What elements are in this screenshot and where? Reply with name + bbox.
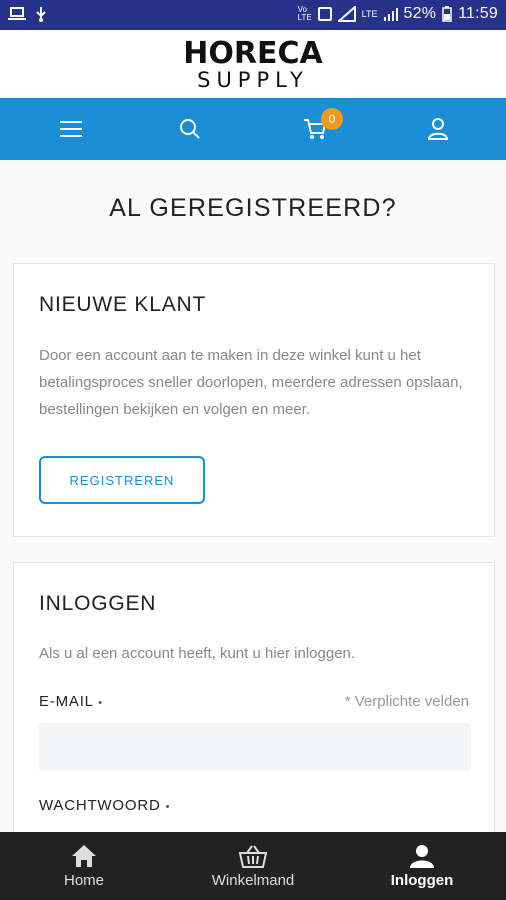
clock: 11:59 [458,5,498,22]
password-label: WACHTWOORD • [39,797,171,814]
hamburger-icon [60,121,82,137]
login-title: INLOGGEN [39,592,157,615]
usb-icon [36,7,46,22]
required-marker: • [165,801,171,813]
menu-button[interactable] [31,98,111,160]
tab-basket[interactable]: Winkelmand [169,832,337,900]
register-button[interactable]: REGISTREREN [39,456,205,504]
required-fields-note: * Verplichte velden [344,693,469,710]
battery-icon [442,6,452,22]
user-icon [410,844,434,868]
tab-home[interactable]: Home [0,832,168,900]
new-customer-title: NIEUWE KLANT [39,293,207,316]
user-icon [428,118,448,140]
login-card: INLOGGEN Als u al een account heeft, kun… [13,562,495,832]
network-type: LTE [361,9,378,19]
home-icon [72,844,96,867]
signal-bars-icon [383,8,398,21]
tab-login-label: Inloggen [390,871,454,889]
account-button[interactable] [398,98,478,160]
new-customer-card: NIEUWE KLANT Door een account aan te mak… [13,263,495,537]
tab-login[interactable]: Inloggen [338,832,506,900]
tab-home-label: Home [63,871,104,889]
required-marker: • [98,697,103,709]
email-field[interactable] [39,723,471,771]
email-label: E-MAIL • [39,693,103,710]
battery-percentage: 52% [403,5,437,22]
tab-basket-label: Winkelmand [211,871,295,889]
logo-bar: HORECA SUPPLY [0,30,506,98]
status-bar: Vo LTE LTE 52% 11:59 [0,0,506,30]
sim-icon [317,7,332,21]
bottom-tab-bar: Home Winkelmand Inloggen [0,832,506,900]
cart-button[interactable]: 0 [275,98,355,160]
login-text: Als u al een account heeft, kunt u hier … [39,645,356,662]
cart-count-badge: 0 [321,108,343,130]
signal-icon [337,6,356,22]
top-navbar: 0 [0,98,506,160]
new-customer-text: Door een account aan te maken in deze wi… [39,347,463,418]
basket-icon [239,844,267,868]
volte-icon: Vo LTE [297,5,312,22]
page-title: AL GEREGISTREERD? [109,194,397,222]
logo-subtitle[interactable]: SUPPLY [0,68,506,92]
logo-title[interactable]: HORECA [0,36,506,71]
main-content: AL GEREGISTREERD? NIEUWE KLANT Door een … [0,160,506,832]
search-icon [180,119,200,139]
search-button[interactable] [150,98,230,160]
laptop-icon [8,7,26,20]
